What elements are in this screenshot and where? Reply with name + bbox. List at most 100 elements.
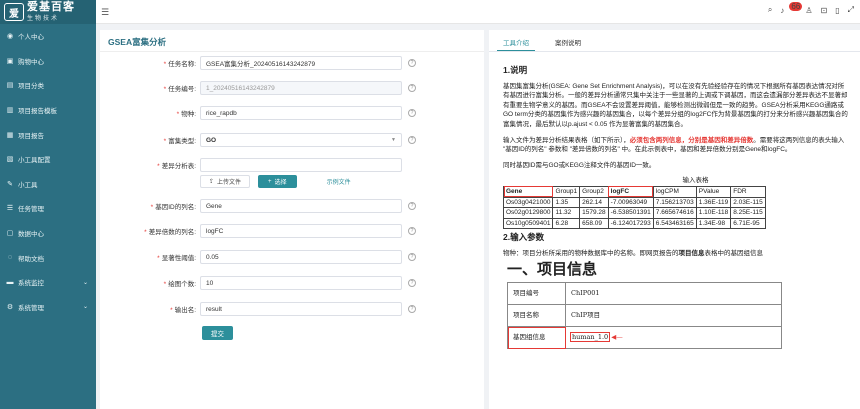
genome-value: human_1.0 — [569, 331, 611, 342]
file-label: * 差异分析表: — [157, 163, 196, 170]
folder-icon: ▤ — [6, 82, 14, 90]
user-icon[interactable]: ♙ — [805, 6, 812, 15]
gene-col-row: * 基因ID的列名: Gene ? — [100, 199, 484, 213]
sidebar-item-label: 系统管理 — [18, 304, 44, 312]
intro-content: 1.说明 基因集富集分析(GSEA: Gene Set Enrichment A… — [489, 52, 860, 350]
sidebar-item-label: 系统监控 — [18, 280, 44, 288]
output-input[interactable]: result — [200, 302, 402, 316]
settings-icon: ⚙ — [6, 303, 14, 311]
table-cell: 8.25E-115 — [730, 207, 766, 219]
table-header-cell: PValue — [695, 185, 732, 198]
table-cell: 6.543463165 — [652, 217, 697, 230]
help-icon[interactable]: ? — [408, 279, 416, 287]
search-icon[interactable]: ⌕ — [768, 5, 772, 15]
table-cell: 1.36E-119 — [695, 196, 732, 209]
sidebar: 爱 爱基百客 生物技术 ◉ 个人中心 ▣ 购物中心 ▤ 项目分类 ▥ 项目报告模板 ▦ 项… — [0, 0, 96, 409]
sidebar-item-label: 任务管理 — [18, 206, 44, 214]
gene-id-note: 同时基因ID需与GO或KEGG注释文件的基因ID一致。 — [503, 161, 656, 169]
table-cell: 项目名称 — [507, 304, 566, 328]
sidebar-item-tools[interactable]: ✎ 小工具 — [0, 172, 96, 197]
fc-col-input[interactable]: logFC — [200, 224, 402, 238]
species-input[interactable]: rice_rapdb — [200, 106, 402, 120]
enrich-type-row: * 富集类型: GO ▼ ? — [100, 133, 484, 147]
tab-tool-intro[interactable]: 工具介绍 — [497, 30, 535, 51]
user-icon: ◉ — [6, 33, 14, 41]
sidebar-item-personal[interactable]: ◉ 个人中心 — [0, 24, 96, 49]
brand-name: 爱基百客 — [27, 1, 75, 13]
help-icon[interactable]: ? — [408, 253, 416, 261]
sidebar-item-label: 项目分类 — [18, 83, 44, 91]
database-icon: ▢ — [6, 230, 14, 238]
lock-icon[interactable]: ⊡ — [820, 6, 827, 15]
description-paragraph: 基因集富集分析(GSEA: Gene Set Enrichment Analys… — [503, 82, 848, 128]
table-cell: 基因组信息 — [507, 326, 566, 350]
file-actions-row: ⇪ 上传文件 + 选择 示例文件 — [100, 175, 484, 188]
table-cell: 11.32 — [552, 207, 581, 219]
sidebar-item-tool-config[interactable]: ▧ 小工具配置 — [0, 147, 96, 172]
table-cell: -6.538501391 — [607, 207, 654, 219]
sidebar-item-category[interactable]: ▤ 项目分类 — [0, 73, 96, 98]
help-icon[interactable]: ? — [408, 59, 416, 67]
help-icon[interactable]: ? — [408, 227, 416, 235]
sidebar-item-tasks[interactable]: ☰ 任务管理 — [0, 196, 96, 221]
sidebar-item-data[interactable]: ▢ 数据中心 — [0, 221, 96, 246]
tool-intro-panel: 工具介绍 案例说明 1.说明 基因集富集分析(GSEA: Gene Set En… — [489, 30, 860, 409]
output-label: * 输出名: — [170, 307, 196, 314]
chevron-down-icon: ⌄ — [82, 279, 88, 286]
menu-toggle-icon[interactable]: ☰ — [101, 7, 109, 18]
sidebar-item-help[interactable]: ◌ 帮助文档 — [0, 245, 96, 270]
table-cell: 658.09 — [579, 217, 609, 230]
table-cell: 7.156213703 — [652, 196, 697, 209]
table-cell: 262.14 — [579, 196, 609, 209]
report-icon: ▦ — [6, 131, 14, 139]
sidebar-item-monitor[interactable]: ▬ 系统监控 ⌄ — [0, 270, 96, 295]
pvalue-input[interactable]: 0.05 — [200, 250, 402, 264]
input-file-paragraph: 输入文件为差异分析结果表格（如下所示），必须包含两列信息，分别是基因和差异倍数。… — [503, 136, 845, 154]
intro-tabs: 工具介绍 案例说明 — [489, 30, 860, 52]
bell-icon[interactable]: ♪ 66 — [780, 1, 803, 15]
chevron-down-icon: ▼ — [391, 137, 396, 143]
brand-logo[interactable]: 爱 爱基百客 生物技术 — [0, 0, 96, 24]
gene-col-input[interactable]: Gene — [200, 199, 402, 213]
document-icon[interactable]: ▯ — [835, 6, 839, 15]
sidebar-item-report[interactable]: ▦ 项目报告 — [0, 122, 96, 147]
table-cell: -7.00963049 — [607, 196, 654, 209]
task-id-label: * 任务编号: — [163, 86, 196, 93]
highlight-text: 必须包含两列信息，分别是基因和差异倍数 — [629, 136, 754, 144]
help-icon[interactable]: ? — [408, 136, 416, 144]
task-name-input[interactable]: GSEA富集分析_20240516143242879 — [200, 56, 402, 70]
help-icon[interactable]: ? — [408, 109, 416, 117]
tab-case-description[interactable]: 案例说明 — [549, 30, 587, 51]
table-cell: 1.34E-98 — [695, 217, 732, 230]
plot-count-input[interactable]: 10 — [200, 276, 402, 290]
submit-button[interactable]: 提交 — [202, 326, 233, 340]
help-icon[interactable]: ? — [408, 84, 416, 92]
example-file-link[interactable]: 示例文件 — [327, 177, 351, 186]
example-input-table: Gene Group1 Group2 logFC logCPM PValue F… — [502, 185, 766, 230]
species-description: 物种：项目分析所采用的物种数据库中的名称。即网页报告的项目信息表格中的基因组信息 — [503, 249, 763, 257]
sidebar-item-shop[interactable]: ▣ 购物中心 — [0, 49, 96, 74]
sidebar-item-system[interactable]: ⚙ 系统管理 ⌄ — [0, 295, 96, 320]
table-cell: ChIP项目 — [565, 304, 782, 328]
sidebar-item-label: 帮助文档 — [18, 255, 44, 263]
fullscreen-icon[interactable]: ⤢ — [848, 5, 854, 15]
enrich-type-select[interactable]: GO ▼ — [200, 133, 402, 147]
cart-icon: ▣ — [6, 57, 14, 65]
table-caption: 输入表格 — [682, 177, 709, 185]
sidebar-item-report-template[interactable]: ▥ 项目报告模板 — [0, 98, 96, 123]
help-icon[interactable]: ? — [408, 305, 416, 313]
plot-count-label: * 绘图个数: — [163, 281, 196, 288]
table-header-cell: Gene — [502, 185, 554, 198]
file-path-input[interactable] — [200, 158, 402, 172]
pvalue-row: * 显著性阈值: 0.05 ? — [100, 250, 484, 264]
help-icon[interactable]: ? — [408, 202, 416, 210]
config-icon: ▧ — [6, 156, 14, 164]
table-cell: -6.124017293 — [607, 217, 654, 230]
upload-file-button[interactable]: ⇪ 上传文件 — [200, 175, 251, 188]
section-heading: 1.说明 — [503, 65, 528, 75]
gene-col-label: * 基因ID的列名: — [150, 204, 196, 211]
enrich-type-label: * 富集类型: — [163, 138, 196, 145]
select-file-button[interactable]: + 选择 — [258, 175, 297, 188]
sidebar-item-label: 购物中心 — [18, 58, 44, 66]
file-row: * 差异分析表: — [100, 158, 484, 172]
